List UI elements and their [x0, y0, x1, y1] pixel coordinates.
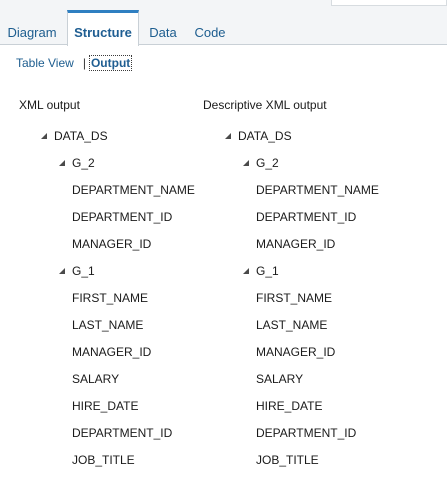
tree-leaf[interactable]: DEPARTMENT_ID: [256, 210, 356, 224]
tree-leaf[interactable]: SALARY: [256, 372, 303, 386]
view-separator: |: [82, 56, 86, 70]
tree-leaf[interactable]: SALARY: [72, 372, 119, 386]
tab-structure[interactable]: Structure: [67, 10, 139, 46]
tree-leaf[interactable]: DEPARTMENT_ID: [256, 426, 356, 440]
tree-leaf[interactable]: MANAGER_ID: [72, 237, 151, 251]
tab-diagram[interactable]: Diagram: [0, 10, 64, 45]
expanded-triangle-icon[interactable]: [243, 268, 249, 274]
tree-node-g2[interactable]: G_2: [59, 156, 95, 170]
tree-leaf[interactable]: MANAGER_ID: [256, 345, 335, 359]
tree-leaf[interactable]: LAST_NAME: [256, 318, 327, 332]
tree-leaf[interactable]: FIRST_NAME: [256, 291, 332, 305]
expanded-triangle-icon[interactable]: [59, 160, 65, 166]
tree-leaf[interactable]: LAST_NAME: [72, 318, 143, 332]
tab-data[interactable]: Data: [141, 10, 185, 45]
tree-leaf[interactable]: DEPARTMENT_ID: [72, 210, 172, 224]
node-label: G_2: [72, 156, 95, 170]
expanded-triangle-icon[interactable]: [41, 133, 47, 139]
table-view-link[interactable]: Table View: [16, 56, 74, 70]
expanded-triangle-icon[interactable]: [225, 133, 231, 139]
tree-node-g1[interactable]: G_1: [243, 264, 279, 278]
node-label: DATA_DS: [54, 129, 108, 143]
tree-node-g2[interactable]: G_2: [243, 156, 279, 170]
node-label: G_1: [256, 264, 279, 278]
tree-leaf[interactable]: DEPARTMENT_NAME: [256, 183, 379, 197]
tree-leaf[interactable]: MANAGER_ID: [72, 345, 151, 359]
tree-leaf[interactable]: HIRE_DATE: [72, 399, 138, 413]
output-link[interactable]: Output: [88, 55, 133, 71]
view-switcher: Table View | Output: [16, 55, 133, 71]
descriptive-xml-output-heading: Descriptive XML output: [203, 98, 327, 112]
expanded-triangle-icon[interactable]: [243, 160, 249, 166]
tree-leaf[interactable]: JOB_TITLE: [256, 453, 319, 467]
tree-leaf[interactable]: DEPARTMENT_ID: [72, 426, 172, 440]
tree-node-g1[interactable]: G_1: [59, 264, 95, 278]
node-label: G_2: [256, 156, 279, 170]
tab-bar: Diagram Structure Data Code: [0, 0, 447, 46]
tree-leaf[interactable]: JOB_TITLE: [72, 453, 135, 467]
node-label: G_1: [72, 264, 95, 278]
node-label: DATA_DS: [238, 129, 292, 143]
tab-code[interactable]: Code: [187, 10, 233, 45]
tree-node-data-ds[interactable]: DATA_DS: [41, 129, 108, 143]
xml-output-heading: XML output: [19, 98, 80, 112]
tree-node-data-ds[interactable]: DATA_DS: [225, 129, 292, 143]
tree-leaf[interactable]: HIRE_DATE: [256, 399, 322, 413]
structure-panel: Diagram Structure Data Code Table View | O…: [0, 0, 447, 485]
top-box: [331, 0, 447, 6]
expanded-triangle-icon[interactable]: [59, 268, 65, 274]
tree-leaf[interactable]: DEPARTMENT_NAME: [72, 183, 195, 197]
tree-leaf[interactable]: MANAGER_ID: [256, 237, 335, 251]
tree-leaf[interactable]: FIRST_NAME: [72, 291, 148, 305]
